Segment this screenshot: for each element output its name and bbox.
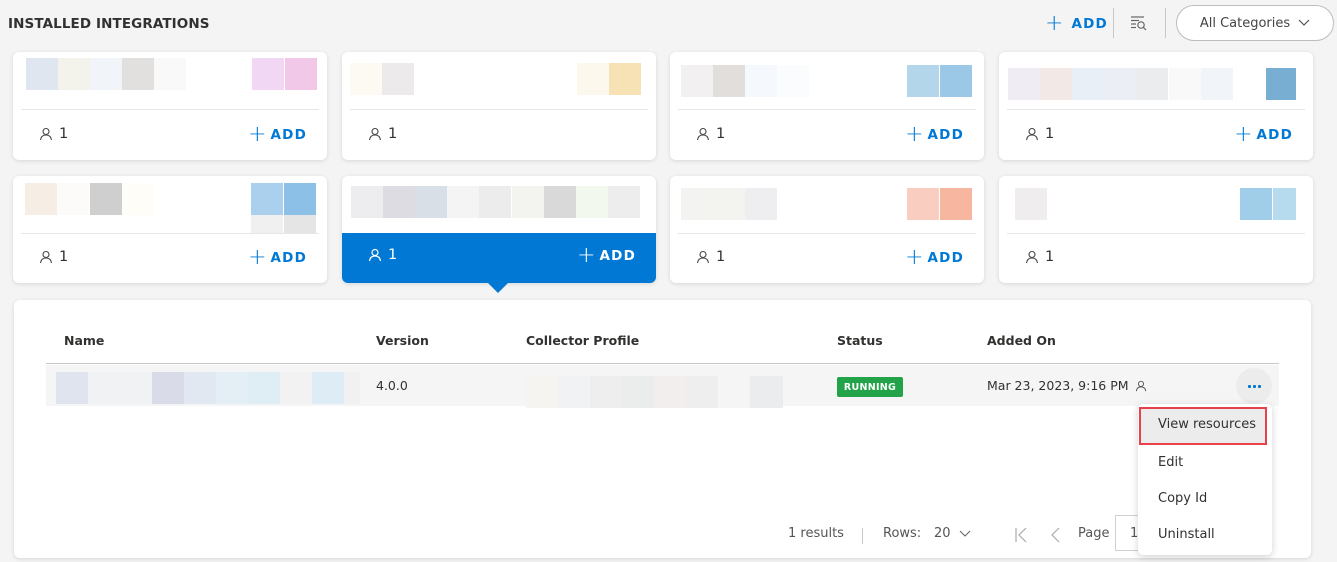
card-divider [1007, 109, 1305, 110]
divider [1113, 8, 1114, 38]
first-page-icon [1015, 527, 1027, 543]
row-more-actions-button[interactable] [1236, 368, 1272, 404]
chevron-down-icon [1298, 19, 1310, 26]
card-add-button[interactable]: + ADD [248, 247, 307, 269]
row-actions-menu: View resources Edit Copy Id Uninstall [1138, 404, 1272, 555]
column-header-added-on[interactable]: Added On [987, 333, 1056, 348]
user-icon [696, 250, 710, 264]
rows-label: Rows: [883, 526, 922, 541]
card-footer: 1 + ADD [342, 233, 656, 283]
page-label: Page [1078, 526, 1110, 541]
divider [1165, 8, 1166, 38]
page-header: INSTALLED INTEGRATIONS + ADD All Categor… [0, 0, 1337, 48]
page-title: INSTALLED INTEGRATIONS [8, 16, 210, 32]
card-divider [1007, 233, 1305, 234]
first-page-button[interactable] [1014, 527, 1028, 543]
card-divider [350, 109, 648, 110]
user-count: 1 [39, 126, 68, 142]
card-footer: 1 [999, 235, 1313, 283]
user-count: 1 [1025, 249, 1054, 265]
add-integration-button[interactable]: + ADD [1045, 12, 1108, 36]
column-header-status[interactable]: Status [837, 333, 883, 348]
header-divider [46, 363, 1279, 364]
card-add-button[interactable]: + ADD [905, 247, 964, 269]
card-footer: 1 + ADD [670, 235, 984, 283]
plus-icon: + [1234, 122, 1253, 147]
selection-pointer [488, 283, 508, 293]
column-header-collector-profile[interactable]: Collector Profile [526, 333, 639, 348]
user-icon [1025, 250, 1039, 264]
more-icon [1247, 384, 1261, 388]
integration-card[interactable]: 1 + ADD [670, 176, 984, 283]
integration-card[interactable]: 1 + ADD [13, 52, 327, 160]
plus-icon: + [248, 122, 267, 147]
filter-search-icon[interactable] [1129, 13, 1149, 33]
integration-card[interactable]: 1 + ADD [670, 52, 984, 160]
card-add-button[interactable]: + ADD [577, 245, 636, 267]
user-count: 1 [368, 247, 397, 263]
add-label: ADD [1071, 16, 1108, 32]
chevron-down-icon [959, 530, 970, 537]
plus-icon: + [1045, 11, 1064, 36]
table-row[interactable]: 4.0.0 RUNNING Mar 23, 2023, 9:16 PM [46, 365, 1279, 408]
plus-icon: + [905, 122, 924, 147]
card-footer: 1 + ADD [13, 235, 327, 283]
integration-card-selected[interactable]: 1 + ADD [342, 176, 656, 283]
category-select[interactable]: All Categories [1176, 5, 1334, 41]
plus-icon: + [905, 245, 924, 270]
user-icon [368, 248, 382, 262]
version-cell: 4.0.0 [376, 378, 408, 393]
user-icon [1025, 127, 1039, 141]
card-footer: 1 [342, 112, 656, 160]
user-icon [368, 127, 382, 141]
user-count: 1 [696, 126, 725, 142]
column-header-version[interactable]: Version [376, 333, 429, 348]
added-on-cell: Mar 23, 2023, 9:16 PM [987, 378, 1147, 393]
menu-item-uninstall[interactable]: Uninstall [1138, 517, 1272, 553]
card-add-button[interactable]: + ADD [1234, 124, 1293, 146]
rows-per-page-select[interactable]: 20 [934, 526, 971, 541]
card-footer: 1 + ADD [670, 112, 984, 160]
results-count: 1 results [788, 526, 844, 541]
user-count: 1 [696, 249, 725, 265]
card-add-button[interactable]: + ADD [248, 124, 307, 146]
integration-card[interactable]: 1 [999, 176, 1313, 283]
card-footer: 1 + ADD [13, 112, 327, 160]
plus-icon: + [577, 243, 596, 268]
user-icon [1135, 380, 1146, 391]
card-add-button[interactable]: + ADD [905, 124, 964, 146]
user-icon [39, 250, 53, 264]
user-count: 1 [1025, 126, 1054, 142]
user-count: 1 [368, 126, 397, 142]
menu-item-copy-id[interactable]: Copy Id [1138, 481, 1272, 517]
column-header-name[interactable]: Name [64, 333, 104, 348]
integration-card[interactable]: 1 + ADD [13, 176, 327, 283]
plus-icon: + [248, 245, 267, 270]
user-icon [696, 127, 710, 141]
category-select-value: All Categories [1199, 15, 1291, 31]
menu-item-view-resources[interactable]: View resources [1139, 407, 1267, 445]
card-divider [678, 233, 976, 234]
integration-details-panel: Name Version Collector Profile Status Ad… [14, 300, 1311, 558]
integration-card[interactable]: 1 [342, 52, 656, 160]
card-divider [21, 233, 319, 234]
card-divider [678, 109, 976, 110]
card-footer: 1 + ADD [999, 112, 1313, 160]
divider [862, 528, 863, 544]
chevron-left-icon [1051, 527, 1060, 543]
card-divider [21, 109, 319, 110]
menu-item-edit[interactable]: Edit [1138, 445, 1272, 481]
user-count: 1 [39, 249, 68, 265]
previous-page-button[interactable] [1050, 527, 1060, 543]
integration-card[interactable]: 1 + ADD [999, 52, 1313, 160]
status-badge: RUNNING [837, 377, 903, 397]
user-icon [39, 127, 53, 141]
